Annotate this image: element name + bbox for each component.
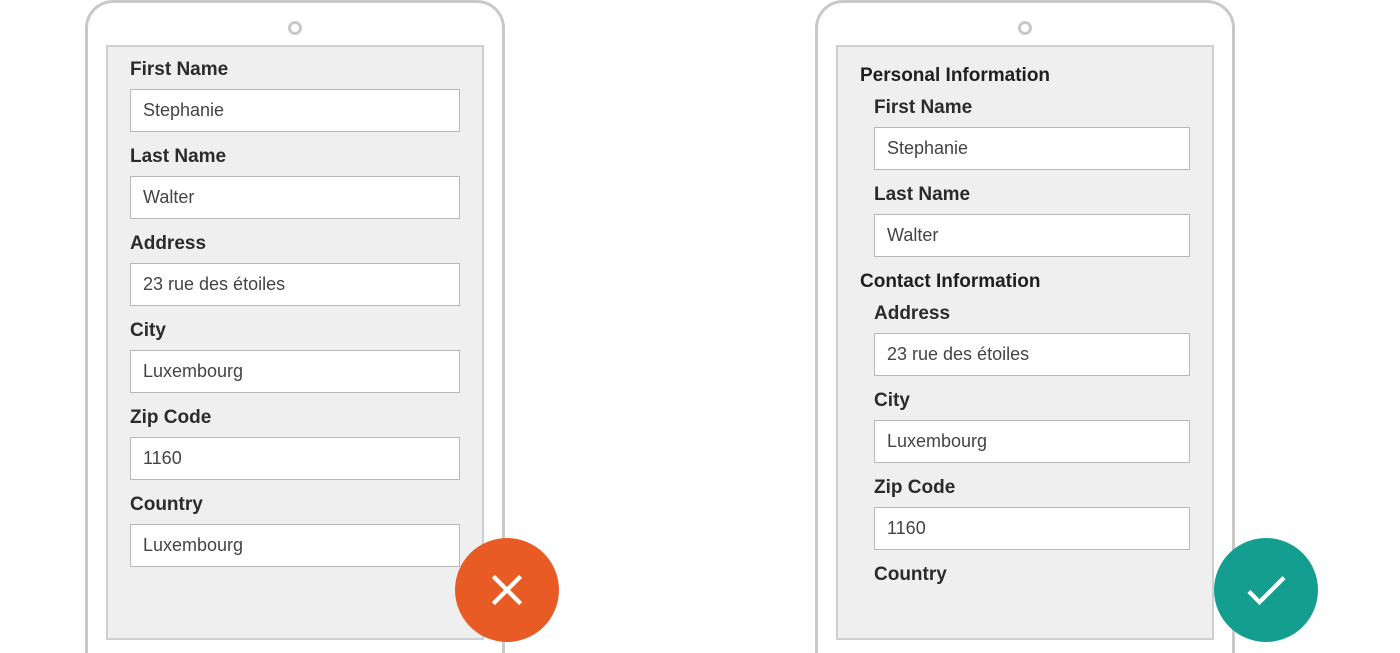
field-last-name: Last Name: [874, 184, 1190, 257]
field-address: Address: [130, 233, 460, 306]
field-address: Address: [874, 303, 1190, 376]
label-city: City: [874, 390, 1190, 412]
input-city[interactable]: [130, 350, 460, 393]
section-title-personal: Personal Information: [860, 65, 1190, 87]
phone-speaker-icon: [1018, 21, 1032, 35]
field-city: City: [130, 320, 460, 393]
input-address[interactable]: [874, 333, 1190, 376]
input-city[interactable]: [874, 420, 1190, 463]
section-title-contact: Contact Information: [860, 271, 1190, 293]
field-country: Country: [874, 564, 1190, 586]
input-first-name[interactable]: [130, 89, 460, 132]
phone-speaker-icon: [288, 21, 302, 35]
field-country: Country: [130, 494, 460, 567]
label-zip: Zip Code: [130, 407, 460, 429]
input-last-name[interactable]: [130, 176, 460, 219]
field-first-name: First Name: [874, 97, 1190, 170]
field-first-name: First Name: [130, 59, 460, 132]
input-last-name[interactable]: [874, 214, 1190, 257]
label-country: Country: [130, 494, 460, 516]
label-zip: Zip Code: [874, 477, 1190, 499]
label-address: Address: [130, 233, 460, 255]
label-city: City: [130, 320, 460, 342]
cross-badge: [455, 538, 559, 642]
label-first-name: First Name: [874, 97, 1190, 119]
screen-bad: First Name Last Name Address City Zip Co…: [106, 45, 484, 640]
phone-mockup-good: Personal Information First Name Last Nam…: [815, 0, 1235, 653]
input-zip[interactable]: [874, 507, 1190, 550]
input-zip[interactable]: [130, 437, 460, 480]
label-last-name: Last Name: [130, 146, 460, 168]
label-last-name: Last Name: [874, 184, 1190, 206]
check-badge: [1214, 538, 1318, 642]
input-address[interactable]: [130, 263, 460, 306]
check-icon: [1240, 564, 1292, 616]
cross-icon: [481, 564, 533, 616]
field-city: City: [874, 390, 1190, 463]
field-zip: Zip Code: [130, 407, 460, 480]
label-country: Country: [874, 564, 1190, 586]
phone-mockup-bad: First Name Last Name Address City Zip Co…: [85, 0, 505, 653]
field-last-name: Last Name: [130, 146, 460, 219]
input-first-name[interactable]: [874, 127, 1190, 170]
screen-good: Personal Information First Name Last Nam…: [836, 45, 1214, 640]
label-address: Address: [874, 303, 1190, 325]
input-country[interactable]: [130, 524, 460, 567]
label-first-name: First Name: [130, 59, 460, 81]
field-zip: Zip Code: [874, 477, 1190, 550]
